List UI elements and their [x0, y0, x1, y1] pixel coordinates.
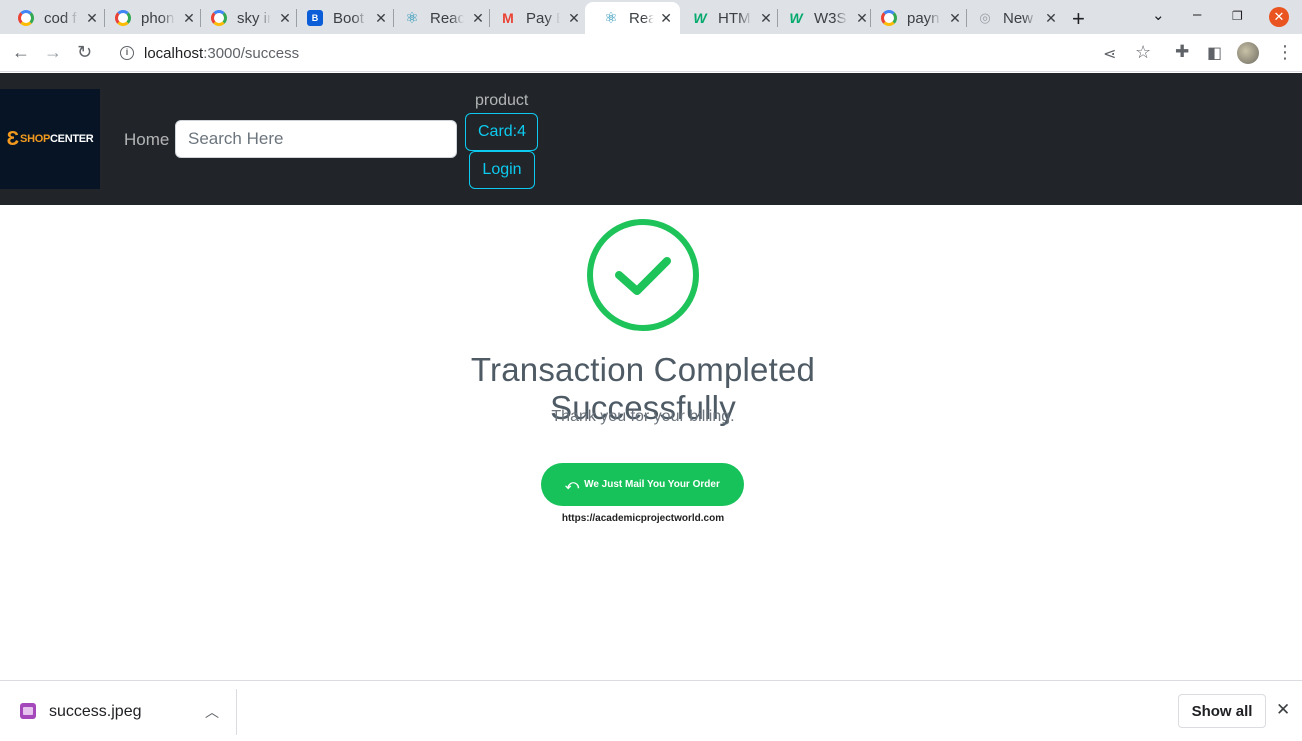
- cart-button[interactable]: Card:4: [465, 113, 538, 151]
- nav-home-link[interactable]: Home: [124, 130, 169, 150]
- globe-icon: ◎: [979, 10, 991, 25]
- tab-title: sky in: [237, 9, 271, 27]
- site-info-icon[interactable]: i: [120, 46, 134, 60]
- browser-tab-6[interactable]: M Pay E ✕: [482, 2, 590, 34]
- chevron-up-icon[interactable]: ︿: [205, 702, 219, 722]
- profile-avatar[interactable]: [1237, 42, 1259, 64]
- google-icon: [115, 10, 131, 26]
- side-panel-icon[interactable]: ◧: [1207, 43, 1222, 63]
- tab-search-chevron-icon[interactable]: ⌄: [1152, 6, 1165, 24]
- url-host: localhost: [144, 44, 204, 62]
- close-icon[interactable]: ✕: [566, 10, 582, 27]
- browser-tab-11[interactable]: ◎ New ✕: [959, 2, 1067, 34]
- tab-title: payn: [907, 9, 940, 27]
- close-icon[interactable]: ✕: [660, 10, 672, 27]
- show-all-button[interactable]: Show all: [1178, 694, 1266, 728]
- reply-arrow-icon: ⤺: [565, 476, 580, 492]
- watermark-url: https://academicprojectworld.com: [561, 513, 725, 524]
- bookmark-star-icon[interactable]: ☆: [1135, 42, 1151, 63]
- search-input[interactable]: [175, 120, 457, 158]
- app-navbar: Ɛ SHOPCENTER Home product Card:4 Login: [0, 73, 1302, 205]
- login-button[interactable]: Login: [469, 151, 535, 189]
- success-image: Transaction Completed Successfully Thank…: [378, 205, 908, 540]
- browser-tab-5[interactable]: ⚛ Reac ✕: [386, 2, 494, 34]
- close-icon[interactable]: ✕: [1043, 10, 1059, 27]
- menu-kebab-icon[interactable]: ⋮: [1276, 42, 1294, 63]
- forward-arrow-icon[interactable]: →: [44, 42, 62, 63]
- react-icon: ⚛: [604, 10, 618, 27]
- browser-tab-1[interactable]: cod f ✕: [0, 2, 108, 34]
- shopcenter-logo[interactable]: Ɛ SHOPCENTER: [0, 89, 100, 189]
- w3schools-icon: W: [789, 10, 803, 26]
- tab-title: New: [1003, 9, 1034, 27]
- mail-order-label: We Just Mail You Your Order: [584, 479, 720, 490]
- back-arrow-icon[interactable]: ←: [12, 42, 30, 63]
- browser-tab-4[interactable]: B Boot ✕: [289, 2, 397, 34]
- w3schools-icon: W: [693, 10, 707, 26]
- extensions-puzzle-icon[interactable]: ✚: [1175, 42, 1189, 62]
- browser-tab-10[interactable]: payn ✕: [863, 2, 971, 34]
- mail-order-badge: ⤺ We Just Mail You Your Order: [541, 463, 744, 506]
- success-check-icon: [587, 219, 699, 331]
- new-tab-plus-icon[interactable]: +: [1072, 6, 1085, 32]
- divider: [236, 689, 237, 735]
- logo-mark-icon: Ɛ: [6, 127, 20, 150]
- tab-title: W3S: [814, 9, 847, 27]
- tab-title: Reac: [629, 9, 655, 27]
- google-icon: [881, 10, 897, 26]
- image-file-icon: [20, 703, 36, 719]
- google-icon: [211, 10, 227, 26]
- reload-icon[interactable]: ↻: [77, 42, 92, 63]
- download-bar: success.jpeg ︿ Show all ✕: [0, 680, 1302, 741]
- tab-title: Boot: [333, 9, 364, 27]
- restore-icon[interactable]: ❐: [1232, 9, 1243, 23]
- browser-tab-2[interactable]: phon ✕: [97, 2, 205, 34]
- tab-title: HTM: [718, 9, 751, 27]
- success-subtitle: Thank you for your billing.: [551, 408, 735, 425]
- tab-title: phon: [141, 9, 175, 27]
- tab-title: Pay E: [526, 9, 560, 27]
- tab-title: Reac: [430, 9, 464, 27]
- bootstrap-icon: B: [307, 10, 323, 26]
- google-icon: [18, 10, 34, 26]
- url-path: :3000/success: [203, 44, 300, 62]
- minimize-icon[interactable]: –: [1193, 6, 1201, 23]
- browser-tab-3[interactable]: sky in ✕: [193, 2, 301, 34]
- react-icon: ⚛: [405, 10, 419, 27]
- tab-title: cod f: [44, 9, 77, 27]
- browser-toolbar: ← → ↻ i localhost:3000/success ⋖ ☆ ✚ ◧ ⋮: [0, 34, 1302, 72]
- close-icon[interactable]: ✕: [1276, 700, 1290, 720]
- gmail-icon: M: [502, 10, 514, 26]
- address-bar[interactable]: i localhost:3000/success: [108, 38, 1162, 68]
- tab-strip: cod f ✕ phon ✕ sky in ✕ B Boot ✕ ⚛ Reac …: [0, 0, 1302, 34]
- download-item[interactable]: success.jpeg ︿: [0, 681, 236, 741]
- browser-tab-active[interactable]: ⚛ Reac ✕: [585, 2, 680, 34]
- window-close-icon[interactable]: ✕: [1269, 7, 1289, 27]
- nav-product-link[interactable]: product: [475, 92, 528, 110]
- browser-tab-9[interactable]: W W3S ✕: [770, 2, 878, 34]
- share-icon[interactable]: ⋖: [1103, 44, 1116, 64]
- download-file-name: success.jpeg: [49, 703, 142, 720]
- logo-wordmark: SHOPCENTER: [20, 133, 94, 145]
- browser-tab-8[interactable]: W HTM ✕: [674, 2, 782, 34]
